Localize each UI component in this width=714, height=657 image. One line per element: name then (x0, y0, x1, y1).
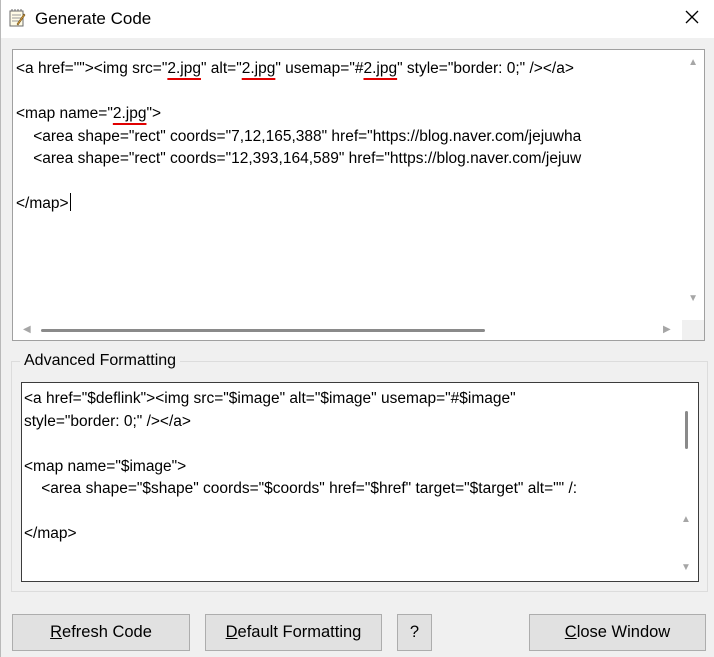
code-text-segment: <a href=""><img src=" (16, 60, 168, 77)
help-button[interactable]: ? (397, 614, 432, 651)
window-title: Generate Code (35, 9, 152, 28)
title-bar[interactable]: Generate Code (1, 0, 714, 38)
vertical-scroll-thumb[interactable] (685, 411, 688, 449)
code-horizontal-scrollbar[interactable]: ◀ ▶ (13, 320, 685, 340)
code-line: <area shape="rect" coords="7,12,165,388"… (16, 126, 684, 149)
advanced-formatting-textarea[interactable]: <a href="$deflink"><img src="$image" alt… (21, 382, 699, 582)
scroll-left-arrow-icon[interactable]: ◀ (23, 325, 31, 335)
scroll-down-arrow-icon[interactable]: ▼ (688, 294, 698, 304)
refresh-code-button[interactable]: Refresh Code (12, 614, 190, 651)
scroll-right-arrow-icon[interactable]: ▶ (663, 325, 671, 335)
generated-code-content[interactable]: <a href=""><img src="2.jpg" alt="2.jpg" … (16, 58, 684, 320)
template-line: <a href="$deflink"><img src="$image" alt… (24, 390, 516, 407)
template-line: </map> (24, 525, 77, 542)
close-icon[interactable] (684, 9, 700, 30)
template-line (24, 501, 672, 524)
scroll-up-arrow-icon[interactable]: ▲ (688, 58, 698, 68)
advanced-formatting-label: Advanced Formatting (20, 352, 181, 370)
advanced-vertical-scrollbar[interactable]: ▲ ▼ (674, 383, 698, 581)
template-line: <map name="$image"> (24, 457, 187, 475)
default-formatting-button[interactable]: Default Formatting (205, 614, 382, 651)
code-text-segment: "> (146, 105, 162, 122)
close-window-button[interactable]: Close Window (529, 614, 706, 651)
code-line: <map name="2.jpg"> (16, 103, 684, 126)
generated-code-textarea[interactable]: <a href=""><img src="2.jpg" alt="2.jpg" … (12, 49, 705, 341)
template-line: <area shape="$shape" coords="$coords" hr… (24, 480, 578, 497)
code-line: <a href=""><img src="2.jpg" alt="2.jpg" … (16, 58, 684, 81)
close-window-x-button[interactable] (669, 0, 714, 38)
code-line: </map> (16, 193, 684, 216)
code-text-segment: <area shape="rect" coords="12,393,164,58… (16, 150, 582, 167)
code-line: <area shape="rect" coords="12,393,164,58… (16, 148, 684, 171)
advanced-formatting-content[interactable]: <a href="$deflink"><img src="$image" alt… (24, 388, 672, 578)
spellcheck-highlight: 2.jpg (167, 60, 201, 77)
code-text-segment: </map> (16, 195, 69, 212)
code-text-segment: " style="border: 0;" /></a> (397, 60, 574, 77)
code-text-segment: " alt=" (200, 60, 242, 77)
text-caret (69, 193, 71, 211)
horizontal-scroll-thumb[interactable] (41, 329, 485, 332)
code-vertical-scrollbar[interactable]: ▲ ▼ (682, 50, 704, 320)
spellcheck-highlight: 2.jpg (241, 60, 276, 77)
code-text-segment: <area shape="rect" coords="7,12,165,388"… (16, 127, 582, 145)
spellcheck-highlight: 2.jpg (112, 105, 147, 122)
generate-code-window: Generate Code <a href=""><img src="2.jpg… (0, 0, 714, 657)
code-text-segment: <map name=" (16, 105, 113, 122)
scroll-up-arrow-icon[interactable]: ▲ (681, 515, 691, 525)
scrollbar-corner (682, 320, 704, 340)
spellcheck-highlight: 2.jpg (363, 60, 398, 77)
template-line: style="border: 0;" /></a> (24, 412, 191, 430)
code-text-segment: " usemap="# (275, 60, 364, 77)
scroll-down-arrow-icon[interactable]: ▼ (681, 563, 691, 573)
notepad-icon (8, 8, 26, 28)
template-line (24, 433, 672, 456)
